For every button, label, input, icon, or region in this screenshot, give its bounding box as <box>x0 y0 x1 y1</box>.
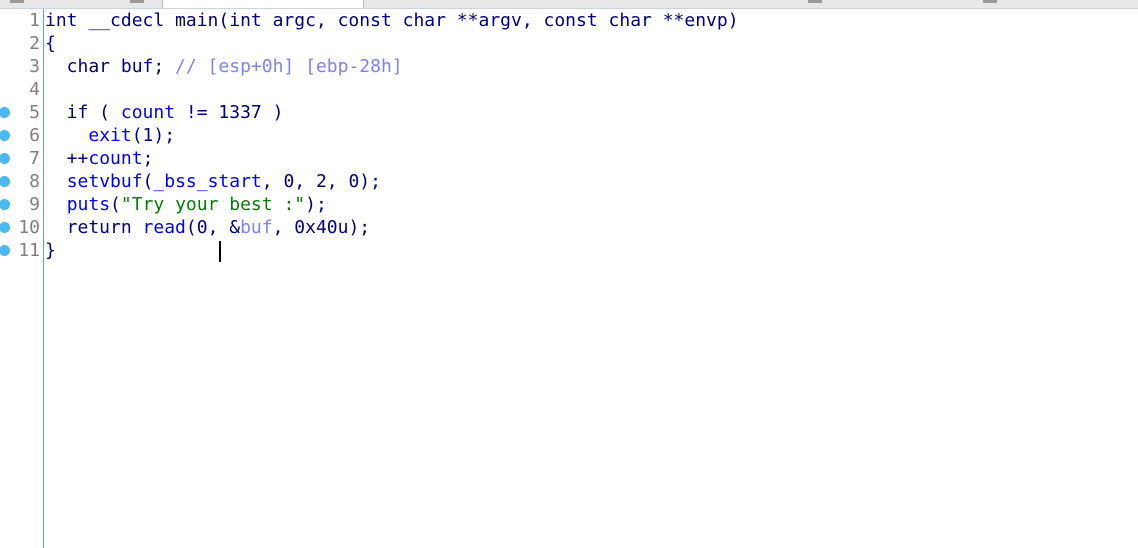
code-token-kw: ( <box>142 171 154 192</box>
line-number: 8 <box>29 171 40 192</box>
code-text: exit(1); <box>45 124 175 147</box>
code-token-str: "Try your best :" <box>120 194 306 215</box>
line-number: 7 <box>29 148 40 169</box>
tab-close-icon[interactable] <box>10 0 24 3</box>
code-token-kw <box>45 194 67 215</box>
code-token-kw: , 0, 2, 0); <box>261 171 381 192</box>
code-token-var: _bss_start <box>153 171 262 192</box>
code-token-kw: ); <box>305 194 327 215</box>
line-number: 1 <box>29 10 40 31</box>
tab-close-icon[interactable] <box>983 0 997 3</box>
code-token-kw: return <box>45 217 143 238</box>
code-token-kw: ( <box>110 194 121 215</box>
code-token-kw: , 0x40u); <box>272 217 371 238</box>
code-text: puts("Try your best :"); <box>45 193 327 216</box>
code-token-kw: != 1337 ) <box>175 102 284 123</box>
code-token-var: count <box>88 148 143 169</box>
gutter-divider <box>43 9 44 548</box>
code-token-kw: if ( <box>45 102 121 123</box>
code-token-kw: ; <box>142 148 154 169</box>
code-token-kw <box>45 171 67 192</box>
line-number: 6 <box>29 125 40 146</box>
code-text: } <box>45 239 56 262</box>
line-number: 5 <box>29 102 40 123</box>
code-text: if ( count != 1337 ) <box>45 101 284 124</box>
code-token-lv: buf <box>240 217 273 238</box>
code-text: ++count; <box>45 147 154 170</box>
code-token-fn: read <box>142 217 186 238</box>
code-token-kw: ++ <box>45 148 89 169</box>
line-number: 10 <box>18 217 40 238</box>
line-number: 3 <box>29 56 40 77</box>
code-token-kw: char buf; <box>45 56 176 77</box>
code-text: int __cdecl main(int argc, const char **… <box>45 9 739 32</box>
line-number: 4 <box>29 79 40 100</box>
code-token-fn: puts <box>66 194 111 215</box>
tab-close-icon[interactable] <box>130 0 144 3</box>
code-token-fn: setvbuf <box>66 171 143 192</box>
code-text: { <box>45 32 56 55</box>
text-cursor <box>219 241 221 262</box>
code-token-var: count <box>120 102 176 123</box>
code-text: char buf; // [esp+0h] [ebp-28h] <box>45 55 403 78</box>
code-token-kw: } <box>45 240 56 261</box>
tab-pseudocode[interactable] <box>162 0 364 8</box>
tab-close-icon[interactable] <box>808 0 822 3</box>
line-number: 11 <box>18 240 40 261</box>
code-token-fn: exit <box>88 125 132 146</box>
line-number: 9 <box>29 194 40 215</box>
code-token-kw: int __cdecl main(int argc, const char **… <box>45 10 739 31</box>
code-token-kw: { <box>45 33 56 54</box>
code-text: setvbuf(_bss_start, 0, 2, 0); <box>45 170 381 193</box>
code-token-cm: // [esp+0h] [ebp-28h] <box>175 56 403 77</box>
code-token-kw <box>45 125 88 146</box>
code-token-kw: (1); <box>131 125 176 146</box>
line-number: 2 <box>29 33 40 54</box>
code-text: return read(0, &buf, 0x40u); <box>45 216 370 239</box>
code-token-kw: (0, & <box>185 217 241 238</box>
tab-bar <box>0 0 1138 9</box>
